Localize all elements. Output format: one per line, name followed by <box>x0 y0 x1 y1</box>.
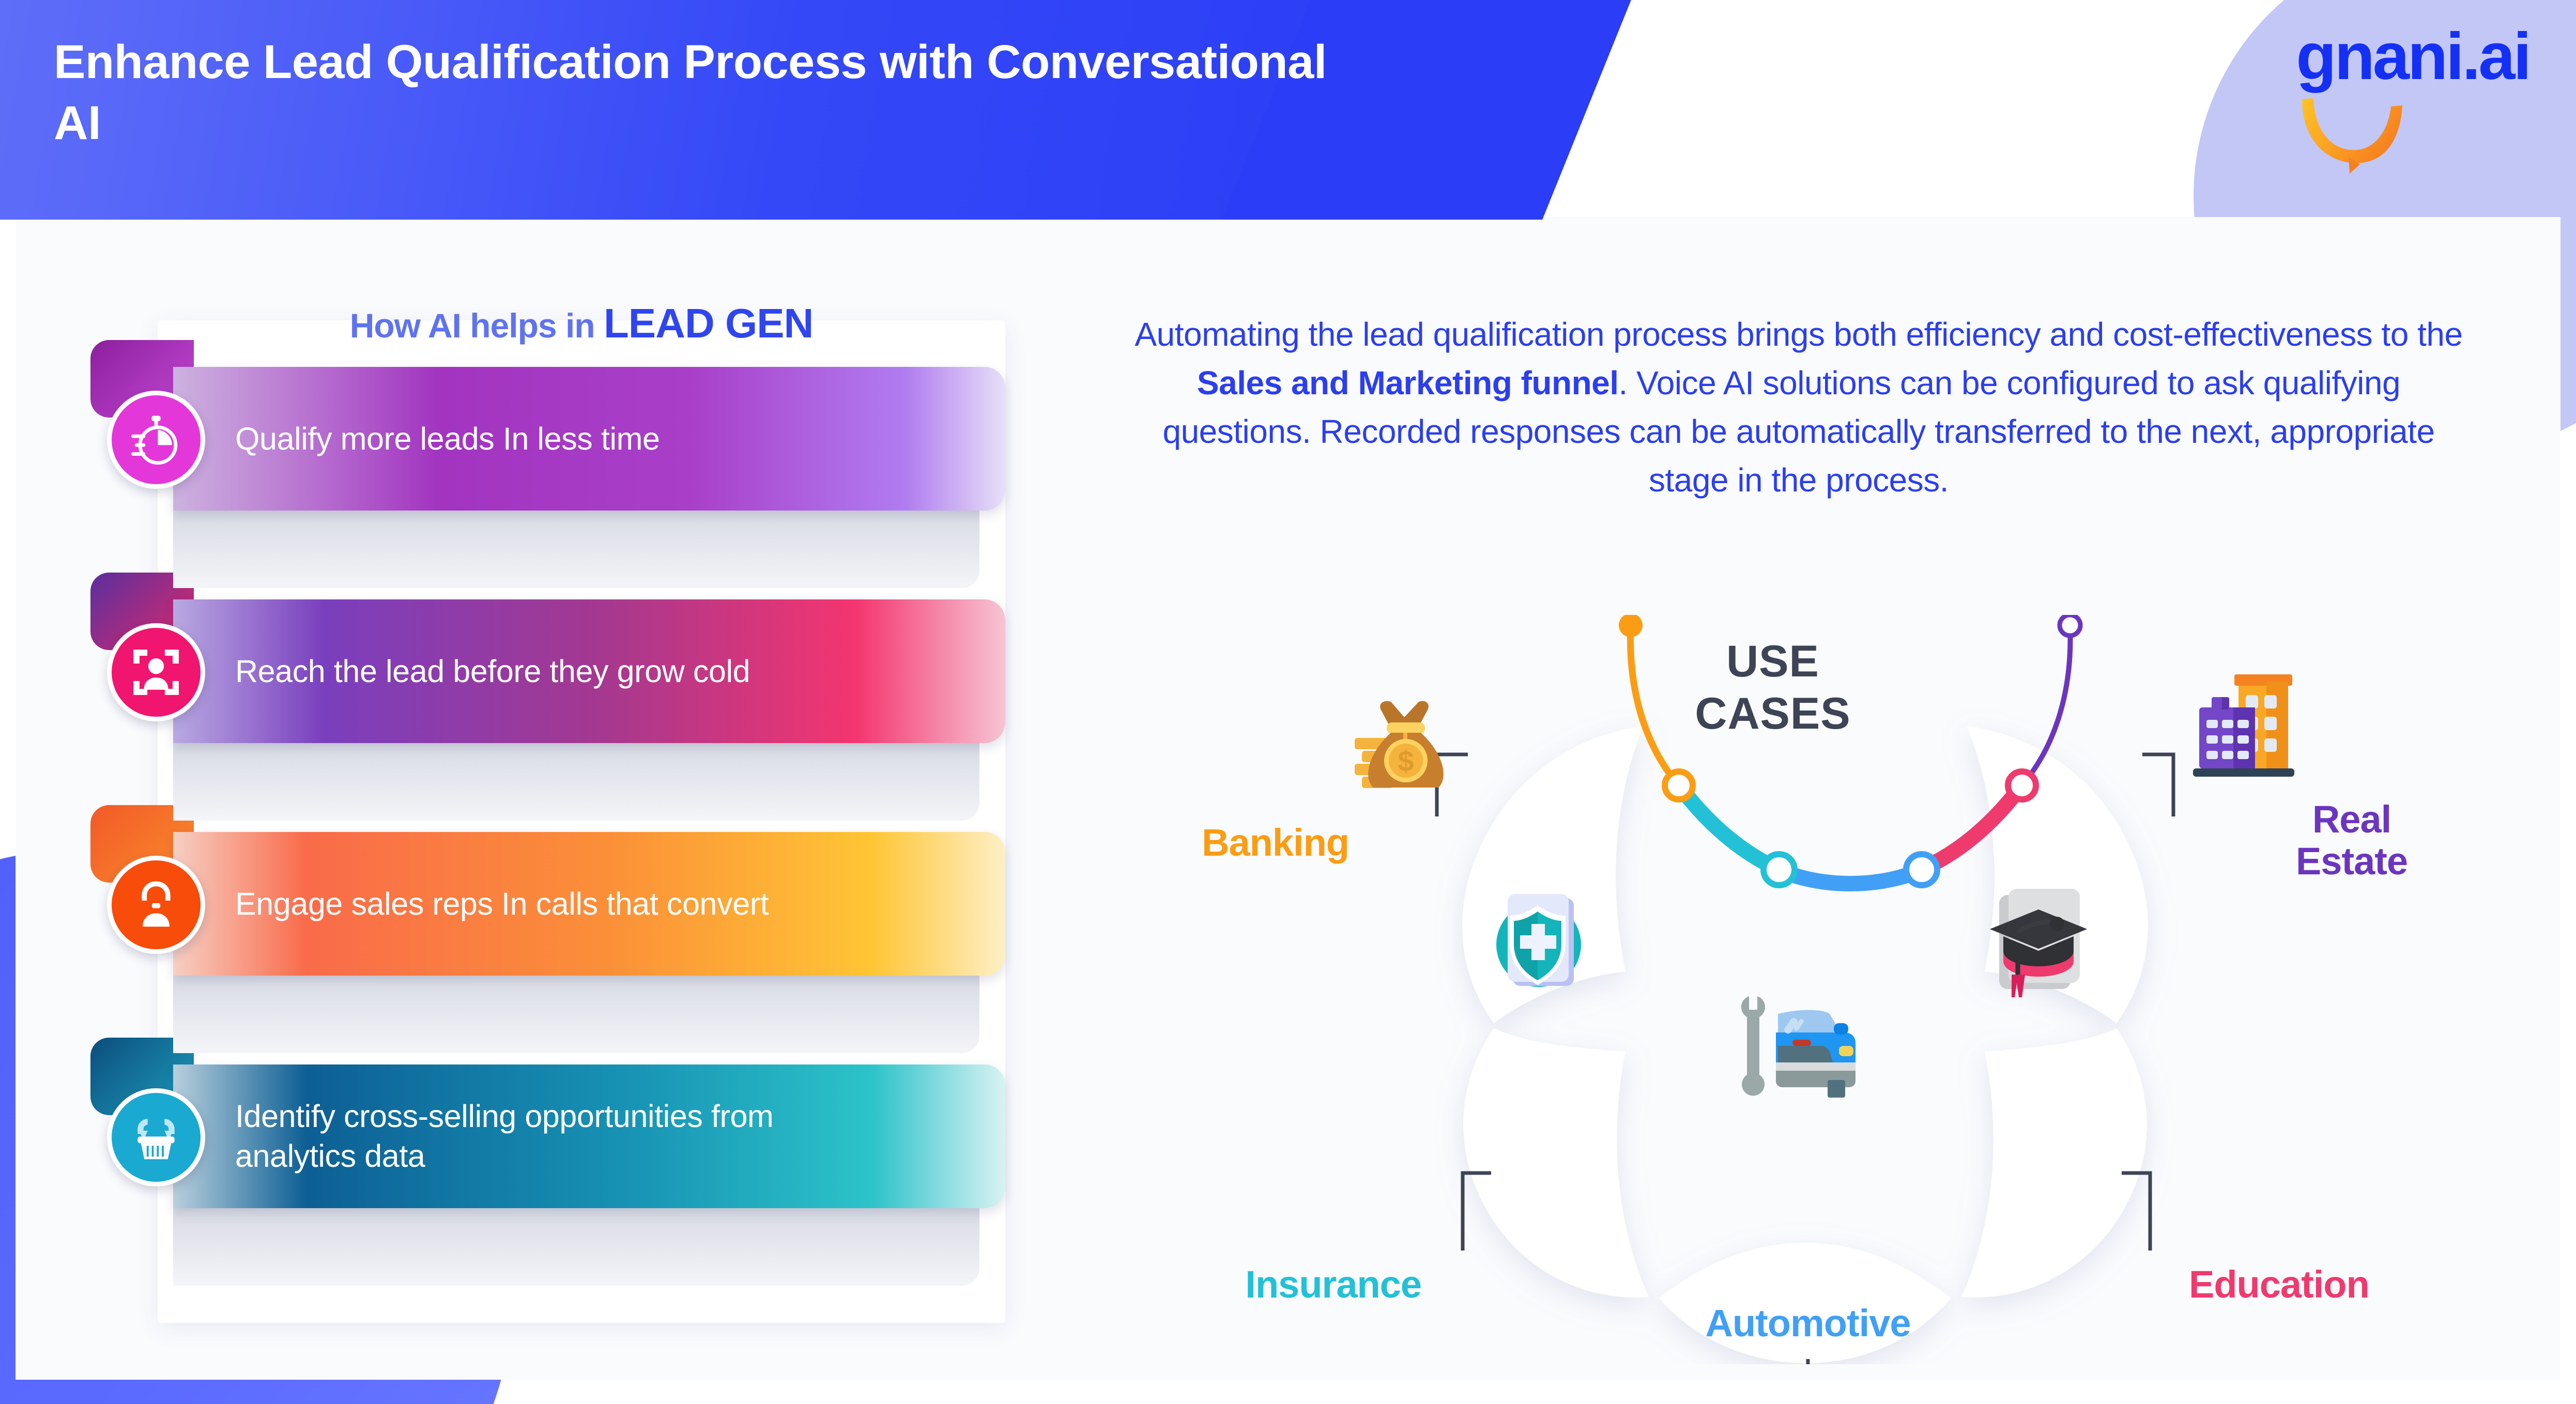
intro-part-1: Automating the lead qualification proces… <box>1134 316 2463 353</box>
insurance-leader-line <box>1461 1171 1491 1251</box>
insurance-shield-icon <box>1476 878 1600 1005</box>
lead-gen-item-label-3: Engage sales reps In calls that convert <box>235 886 769 921</box>
arc-node-insurance-automotive <box>1760 851 1798 888</box>
svg-text:$: $ <box>1398 745 1414 777</box>
ribbon-shadow-3 <box>173 976 979 1053</box>
lead-gen-heading-strong: LEAD GEN <box>603 300 814 346</box>
arc-node-education-realestate <box>2005 768 2039 803</box>
lead-gen-item-label-4: Identify cross-selling opportunities fro… <box>235 1099 774 1174</box>
use-cases-title-line-2: CASES <box>1695 689 1851 739</box>
use-cases-title: USE CASES <box>1618 636 1928 740</box>
logo-text: gnani.ai <box>2296 20 2532 94</box>
lead-gen-heading-light: How AI helps in <box>349 306 604 345</box>
page-title: Enhance Lead Qualification Process with … <box>54 36 1327 149</box>
ribbon-shadow-2 <box>173 743 979 821</box>
person-target-icon <box>107 623 205 721</box>
education-leader-line <box>2122 1171 2152 1251</box>
ribbon-shadow-4 <box>173 1208 979 1286</box>
stopwatch-icon <box>107 391 205 489</box>
cross-sell-basket-icon <box>107 1088 205 1186</box>
use-case-label-automotive[interactable]: Automotive <box>1706 1302 1911 1345</box>
brand-logo: gnani.ai <box>2296 20 2532 174</box>
lead-gen-panel: How AI helps in LEAD GEN Qualify more le… <box>90 289 1036 1323</box>
infographic-canvas: Enhance Lead Qualification Process with … <box>0 0 2576 1404</box>
lead-gen-item-label-1: Qualify more leads In less time <box>235 421 660 456</box>
buildings-icon <box>2184 669 2303 785</box>
use-case-label-education[interactable]: Education <box>2189 1263 2370 1306</box>
money-bag-icon: $ <box>1341 677 1470 798</box>
graduation-cap-icon <box>1964 873 2104 1005</box>
intro-paragraph: Automating the lead qualification proces… <box>1132 310 2465 504</box>
insurance-arc <box>1672 779 1786 877</box>
ribbon-shadow-1 <box>173 511 979 588</box>
realestate-arc-endpoint <box>2057 615 2083 638</box>
lead-gen-item-label-2: Reach the lead before they grow cold <box>235 653 750 689</box>
use-cases-diagram: USE CASES $ Banking Insurance Automotive… <box>1060 615 2538 1364</box>
lead-gen-heading: How AI helps in LEAD GEN <box>158 300 1005 347</box>
use-case-label-insurance[interactable]: Insurance <box>1245 1263 1422 1306</box>
arc-node-banking-insurance <box>1662 768 1696 803</box>
education-arc <box>1914 779 2029 877</box>
realestate-leader-line <box>2142 752 2175 816</box>
realestate-arc <box>2019 623 2073 788</box>
use-cases-title-line-1: USE <box>1726 637 1819 686</box>
arc-node-automotive-education <box>1903 851 1940 888</box>
use-case-label-realestate[interactable]: Real Estate <box>2266 798 2437 883</box>
use-case-label-banking[interactable]: Banking <box>1202 822 1350 864</box>
banking-arc-endpoint <box>1619 615 1643 637</box>
headset-agent-icon <box>107 856 205 954</box>
car-wrench-icon <box>1726 992 1876 1103</box>
logo-swoosh-icon <box>2302 98 2403 174</box>
automotive-arc <box>1774 863 1926 891</box>
intro-bold: Sales and Marketing funnel <box>1197 364 1619 402</box>
